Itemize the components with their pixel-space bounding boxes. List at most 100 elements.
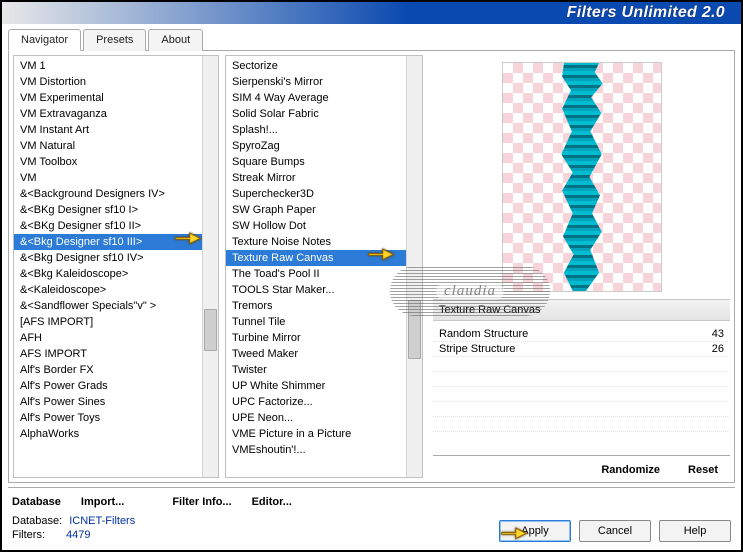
list-item[interactable]: Twister <box>226 362 406 378</box>
list-item[interactable]: VM Toolbox <box>14 154 202 170</box>
app-window: Filters Unlimited 2.0 Navigator Presets … <box>0 0 743 552</box>
param-row[interactable]: Random Structure 43 <box>433 327 730 342</box>
selected-filter-name: Texture Raw Canvas <box>433 299 730 321</box>
param-name: Random Structure <box>439 328 712 340</box>
database-value: ICNET-Filters <box>65 515 135 527</box>
tab-presets[interactable]: Presets <box>83 29 146 51</box>
category-scrollbar[interactable] <box>202 56 218 477</box>
list-item[interactable]: AFS IMPORT <box>14 346 202 362</box>
list-item[interactable]: VM Natural <box>14 138 202 154</box>
list-item[interactable]: Tremors <box>226 298 406 314</box>
randomize-button[interactable]: Randomize <box>597 462 664 478</box>
list-item[interactable]: Tweed Maker <box>226 346 406 362</box>
list-item[interactable]: SIM 4 Way Average <box>226 90 406 106</box>
filters-value: 4479 <box>48 529 90 541</box>
list-item[interactable]: &<Background Designers IV> <box>14 186 202 202</box>
list-item[interactable]: VM Instant Art <box>14 122 202 138</box>
title-bar: Filters Unlimited 2.0 <box>2 2 741 24</box>
list-item[interactable]: SpyroZag <box>226 138 406 154</box>
list-item[interactable]: &<Bkg Kaleidoscope> <box>14 266 202 282</box>
cancel-button[interactable]: Cancel <box>579 520 651 542</box>
list-item[interactable]: Streak Mirror <box>226 170 406 186</box>
param-row[interactable]: Stripe Structure 26 <box>433 342 730 357</box>
param-name: Stripe Structure <box>439 343 712 355</box>
category-column: VM 1VM DistortionVM ExperimentalVM Extra… <box>13 55 219 478</box>
list-item[interactable]: Superchecker3D <box>226 186 406 202</box>
list-item[interactable]: &<Bkg Designer sf10 III> <box>14 234 202 250</box>
list-item[interactable]: VM Extravaganza <box>14 106 202 122</box>
list-item[interactable]: [AFS IMPORT] <box>14 314 202 330</box>
list-item[interactable]: Alf's Power Toys <box>14 410 202 426</box>
filters-label: Filters: <box>12 529 45 541</box>
list-item[interactable]: Turbine Mirror <box>226 330 406 346</box>
list-item[interactable]: UPC Factorize... <box>226 394 406 410</box>
list-item[interactable]: Tunnel Tile <box>226 314 406 330</box>
category-list[interactable]: VM 1VM DistortionVM ExperimentalVM Extra… <box>14 56 202 477</box>
right-pane: Texture Raw Canvas Random Structure 43 S… <box>433 55 730 478</box>
status-row: Database: ICNET-Filters Filters: 4479 Ap… <box>8 510 735 544</box>
list-item[interactable]: Alf's Border FX <box>14 362 202 378</box>
param-row-empty <box>433 387 730 402</box>
list-item[interactable]: Sierpenski's Mirror <box>226 74 406 90</box>
parameter-list: Random Structure 43 Stripe Structure 26 <box>433 321 730 451</box>
list-item[interactable]: UPE Neon... <box>226 410 406 426</box>
list-item[interactable]: SW Graph Paper <box>226 202 406 218</box>
list-item[interactable]: VM <box>14 170 202 186</box>
param-row-empty <box>433 372 730 387</box>
param-row-empty <box>433 357 730 372</box>
list-item[interactable]: &<Bkg Designer sf10 IV> <box>14 250 202 266</box>
scrollbar-thumb[interactable] <box>408 300 421 359</box>
preview-column: Texture Raw Canvas Random Structure 43 S… <box>429 55 730 478</box>
main-panel: VM 1VM DistortionVM ExperimentalVM Extra… <box>8 51 735 483</box>
tab-navigator[interactable]: Navigator <box>8 29 81 51</box>
list-item[interactable]: Alf's Power Sines <box>14 394 202 410</box>
list-item[interactable]: &<BKg Designer sf10 II> <box>14 218 202 234</box>
tab-about[interactable]: About <box>148 29 203 51</box>
right-action-row: Randomize Reset <box>433 455 730 478</box>
preview-image <box>502 62 662 292</box>
list-item[interactable]: UP White Shimmer <box>226 378 406 394</box>
tab-strip: Navigator Presets About <box>8 28 735 51</box>
list-item[interactable]: AlphaWorks <box>14 426 202 442</box>
window-title: Filters Unlimited 2.0 <box>567 4 725 22</box>
dialog-buttons: Apply Cancel Help <box>499 520 731 542</box>
scrollbar-thumb[interactable] <box>204 309 217 351</box>
database-button[interactable]: Database <box>8 494 65 510</box>
param-value: 43 <box>712 328 724 340</box>
list-item[interactable]: Splash!... <box>226 122 406 138</box>
list-item[interactable]: &<Kaleidoscope> <box>14 282 202 298</box>
list-item[interactable]: VM 1 <box>14 58 202 74</box>
list-item[interactable]: VME Picture in a Picture <box>226 426 406 442</box>
list-item[interactable]: VM Distortion <box>14 74 202 90</box>
list-item[interactable]: Alf's Power Grads <box>14 378 202 394</box>
list-item[interactable]: Texture Raw Canvas <box>226 250 406 266</box>
list-item[interactable]: Sectorize <box>226 58 406 74</box>
filter-scrollbar[interactable] <box>406 56 422 477</box>
preview-area <box>433 55 730 299</box>
list-item[interactable]: Solid Solar Fabric <box>226 106 406 122</box>
status-info: Database: ICNET-Filters Filters: 4479 <box>12 514 135 542</box>
filter-list[interactable]: SectorizeSierpenski's MirrorSIM 4 Way Av… <box>226 56 406 477</box>
database-label: Database: <box>12 515 62 527</box>
apply-button[interactable]: Apply <box>499 520 571 542</box>
list-item[interactable]: &<Sandflower Specials"v" > <box>14 298 202 314</box>
filter-list-wrap: SectorizeSierpenski's MirrorSIM 4 Way Av… <box>225 55 423 478</box>
import-button[interactable]: Import... <box>77 494 128 510</box>
filter-column: SectorizeSierpenski's MirrorSIM 4 Way Av… <box>225 55 423 478</box>
editor-button[interactable]: Editor... <box>248 494 296 510</box>
window-body: Navigator Presets About VM 1VM Distortio… <box>2 24 741 550</box>
filter-info-button[interactable]: Filter Info... <box>168 494 235 510</box>
list-item[interactable]: Square Bumps <box>226 154 406 170</box>
help-button[interactable]: Help <box>659 520 731 542</box>
list-item[interactable]: VMEshoutin'!... <box>226 442 406 458</box>
reset-button[interactable]: Reset <box>684 462 722 478</box>
list-item[interactable]: &<BKg Designer sf10 I> <box>14 202 202 218</box>
bottom-link-row: Database Import... Filter Info... Editor… <box>8 487 735 510</box>
list-item[interactable]: AFH <box>14 330 202 346</box>
list-item[interactable]: Texture Noise Notes <box>226 234 406 250</box>
param-row-empty <box>433 417 730 432</box>
list-item[interactable]: TOOLS Star Maker... <box>226 282 406 298</box>
list-item[interactable]: VM Experimental <box>14 90 202 106</box>
list-item[interactable]: SW Hollow Dot <box>226 218 406 234</box>
list-item[interactable]: The Toad's Pool II <box>226 266 406 282</box>
